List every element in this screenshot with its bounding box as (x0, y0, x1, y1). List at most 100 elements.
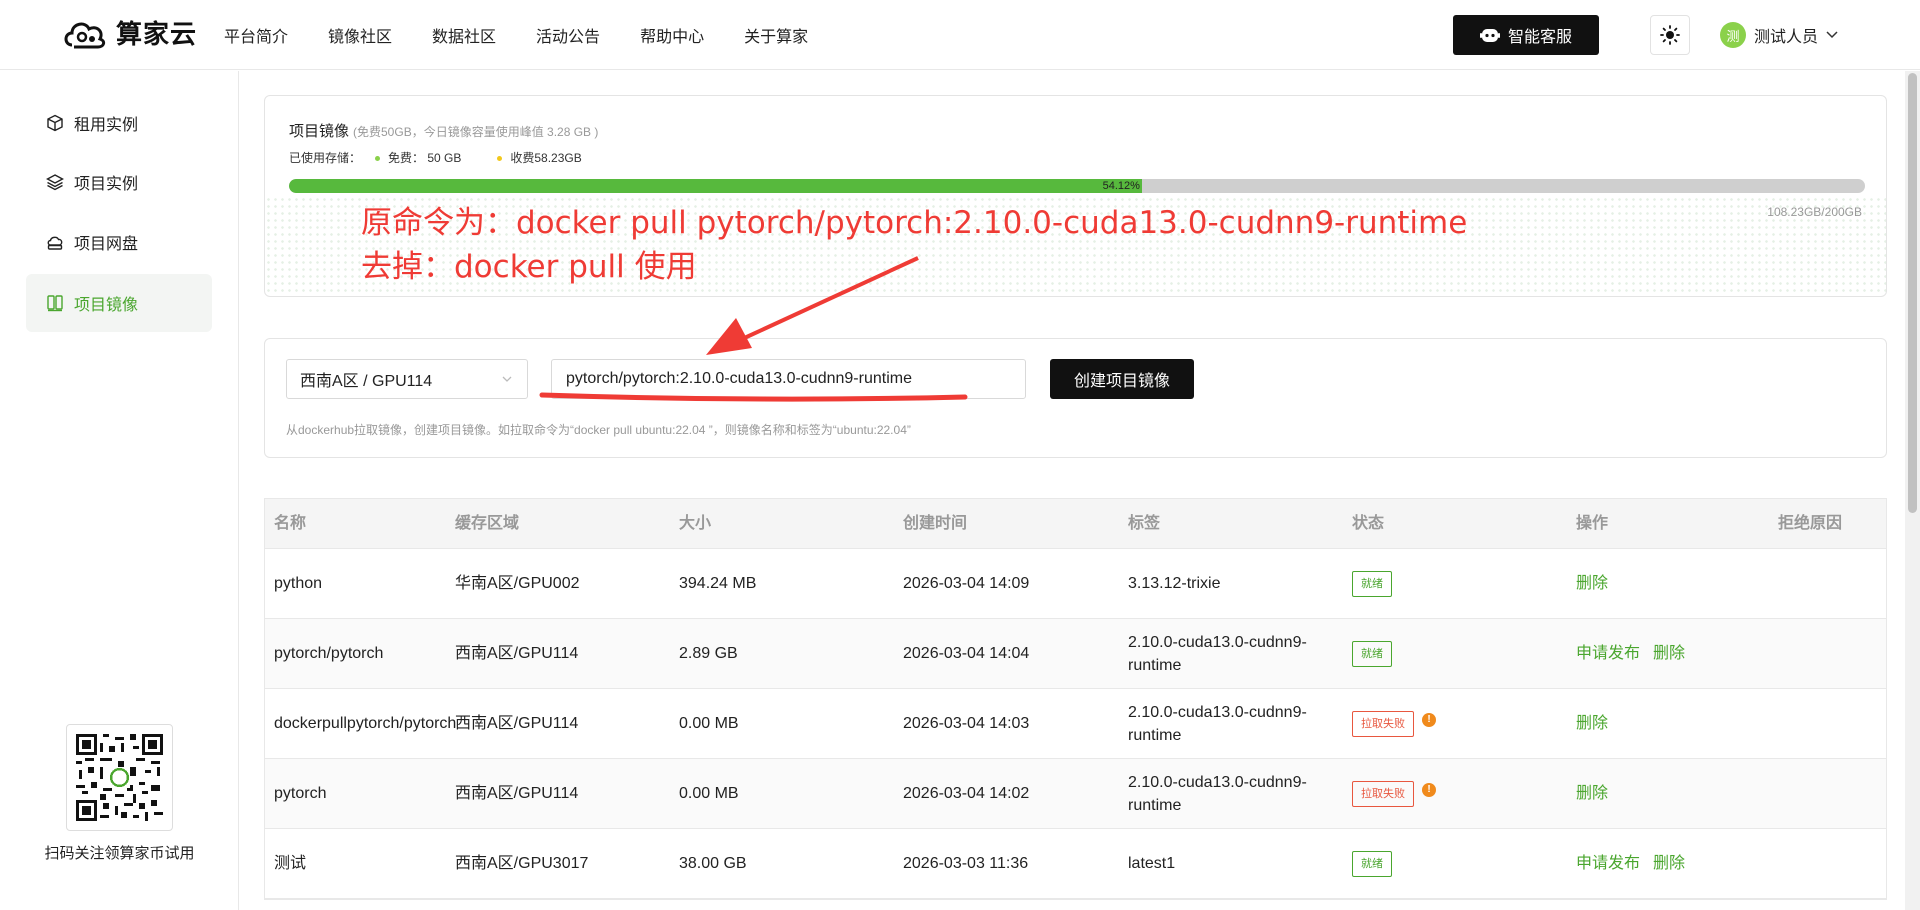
create-image-card: 西南A区 / GPU114 创建项目镜像 从dockerhub拉取镜像，创建项目… (264, 338, 1887, 458)
column-header-actions: 操作 (1576, 515, 1609, 532)
sidebar-item-label: 租用实例 (74, 117, 139, 134)
top-header: 算家云 平台简介 镜像社区 数据社区 活动公告 帮助中心 关于算家 智能客服 测… (0, 0, 1920, 70)
create-image-button[interactable]: 创建项目镜像 (1050, 359, 1194, 399)
cell-created: 2026-03-04 14:03 (903, 715, 1030, 732)
create-hint: 从dockerhub拉取镜像，创建项目镜像。如拉取命令为“docker pull… (286, 423, 911, 437)
cell-name: python (274, 575, 323, 592)
action-link[interactable]: 申请发布 (1576, 855, 1640, 872)
cell-created: 2026-03-04 14:04 (903, 645, 1030, 662)
table-body: python 华南A区/GPU002 394.24 MB 2026-03-04 14:… (265, 549, 1886, 899)
sidebar-item-label: 项目镜像 (74, 297, 139, 314)
status-badge: 拉取失败 (1352, 710, 1414, 737)
action-link[interactable]: 删除 (1653, 645, 1685, 662)
cube-icon (47, 114, 63, 132)
cell-size: 38.00 GB (679, 855, 747, 872)
sidebar-item-label: 项目实例 (74, 176, 139, 193)
cell-name: 测试 (274, 855, 307, 872)
paid-storage-legend: 收费58.23GB (497, 149, 582, 166)
annotation-text: 原命令为：docker pull pytorch/pytorch:2.10.0-… (361, 201, 1467, 289)
cloud-logo-icon (64, 22, 106, 48)
free-dot-icon (375, 156, 381, 162)
main-nav: 平台简介 镜像社区 数据社区 活动公告 帮助中心 关于算家 (224, 0, 808, 70)
nav-item-data-community[interactable]: 数据社区 (432, 23, 496, 47)
sidebar-item-project-instance[interactable]: 项目实例 (26, 153, 212, 211)
cell-size: 394.24 MB (679, 575, 757, 592)
table-row: pytorch 西南A区/GPU114 0.00 MB 2026-03-04 14:0… (265, 759, 1886, 829)
sidebar-item-project-disk[interactable]: 项目网盘 (26, 213, 212, 271)
action-link[interactable]: 删除 (1576, 715, 1608, 732)
sidebar-item-rent-instance[interactable]: 租用实例 (26, 94, 212, 152)
cell-region: 华南A区/GPU002 (455, 575, 580, 592)
cell-status: 就绪 (1343, 570, 1567, 597)
storage-percent-label: 54.12% (1102, 180, 1140, 192)
cell-name: dockerpullpytorch/pytorch (274, 715, 457, 732)
storage-subtitle: (免费50GB，今日镜像容量使用峰值 3.28 GB ) (353, 125, 599, 139)
table-row: dockerpullpytorch/pytorch 西南A区/GPU114 0.00… (265, 689, 1886, 759)
cell-actions: 申请发布 删除 (1567, 642, 1767, 665)
action-link[interactable]: 申请发布 (1576, 645, 1640, 662)
storage-title-text: 项目镜像 (289, 123, 350, 140)
sidebar-item-label: 项目网盘 (74, 236, 139, 253)
warning-icon[interactable]: ! (1422, 712, 1436, 727)
cell-size: 2.89 GB (679, 645, 738, 662)
cell-tag: 2.10.0-cuda13.0-cudnn9-runtime (1128, 773, 1307, 814)
nav-item-image-community[interactable]: 镜像社区 (328, 23, 392, 47)
sidebar: 租用实例 项目实例 项目网盘 项目镜像 扫码关注领算家币试用 (0, 71, 239, 910)
paid-storage-label: 收费58.23GB (510, 151, 582, 165)
chevron-down-icon (502, 376, 512, 382)
qr-code (66, 724, 173, 831)
qr-code-icon (76, 734, 163, 821)
status-badge: 就绪 (1352, 640, 1392, 667)
region-select[interactable]: 西南A区 / GPU114 (286, 359, 528, 399)
logo-text: 算家云 (116, 19, 198, 49)
paid-dot-icon (497, 156, 503, 162)
logo[interactable]: 算家云 (62, 14, 197, 51)
cell-tag: latest1 (1128, 855, 1176, 872)
robot-icon (1479, 29, 1500, 42)
layers-icon (46, 174, 64, 191)
cell-size: 0.00 MB (679, 715, 739, 732)
cell-status: 就绪 (1343, 640, 1567, 667)
cell-tag: 2.10.0-cuda13.0-cudnn9-runtime (1128, 703, 1307, 744)
cell-status: 拉取失败! (1343, 780, 1567, 807)
table-header-row: 名称 缓存区域 大小 创建时间 标签 状态 操作 拒绝原因 (265, 499, 1886, 549)
user-menu[interactable]: 测 测试人员 (1720, 22, 1838, 48)
action-link[interactable]: 删除 (1576, 785, 1608, 802)
sidebar-item-project-image[interactable]: 项目镜像 (26, 274, 212, 332)
column-header-reject-reason: 拒绝原因 (1777, 515, 1842, 532)
storage-progress-bar: 54.12% (289, 179, 1865, 193)
cell-region: 西南A区/GPU114 (455, 715, 579, 732)
theme-toggle-button[interactable] (1650, 15, 1690, 55)
annotation-line-1: 原命令为：docker pull pytorch/pytorch:2.10.0-… (361, 205, 1468, 241)
image-name-input[interactable] (551, 359, 1026, 399)
nav-item-intro[interactable]: 平台简介 (224, 23, 288, 47)
scrollbar-thumb[interactable] (1908, 73, 1917, 513)
free-storage-label: 免费： 50 GB (388, 151, 462, 165)
cloud-disk-icon (47, 236, 63, 250)
cell-size: 0.00 MB (679, 785, 739, 802)
image-icon (47, 295, 63, 312)
table-row: 测试 西南A区/GPU3017 38.00 GB 2026-03-03 11:36 la… (265, 829, 1886, 899)
cell-actions: 删除 (1567, 712, 1767, 735)
cell-actions: 申请发布 删除 (1567, 852, 1767, 875)
annotation-line-2: 去掉：docker pull 使用 (361, 249, 697, 285)
column-header-created: 创建时间 (903, 515, 968, 532)
nav-item-about[interactable]: 关于算家 (744, 23, 808, 47)
cell-actions: 删除 (1567, 572, 1767, 595)
action-link[interactable]: 删除 (1653, 855, 1685, 872)
storage-legend: 已使用存储： 免费： 50 GB 收费58.23GB (289, 149, 582, 166)
page-scrollbar[interactable] (1905, 71, 1920, 910)
user-name: 测试人员 (1754, 29, 1819, 46)
column-header-tag: 标签 (1128, 515, 1161, 532)
storage-title: 项目镜像 (免费50GB，今日镜像容量使用峰值 3.28 GB ) (289, 120, 598, 141)
storage-total-label: 108.23GB/200GB (1767, 205, 1862, 219)
cell-name: pytorch (274, 785, 327, 802)
ai-service-button[interactable]: 智能客服 (1453, 15, 1599, 55)
warning-icon[interactable]: ! (1422, 782, 1436, 797)
column-header-name: 名称 (274, 515, 307, 532)
column-header-size: 大小 (679, 515, 712, 532)
image-table: 名称 缓存区域 大小 创建时间 标签 状态 操作 拒绝原因 python 华南A区… (264, 498, 1887, 900)
nav-item-announcements[interactable]: 活动公告 (536, 23, 600, 47)
nav-item-help[interactable]: 帮助中心 (640, 23, 704, 47)
action-link[interactable]: 删除 (1576, 575, 1608, 592)
